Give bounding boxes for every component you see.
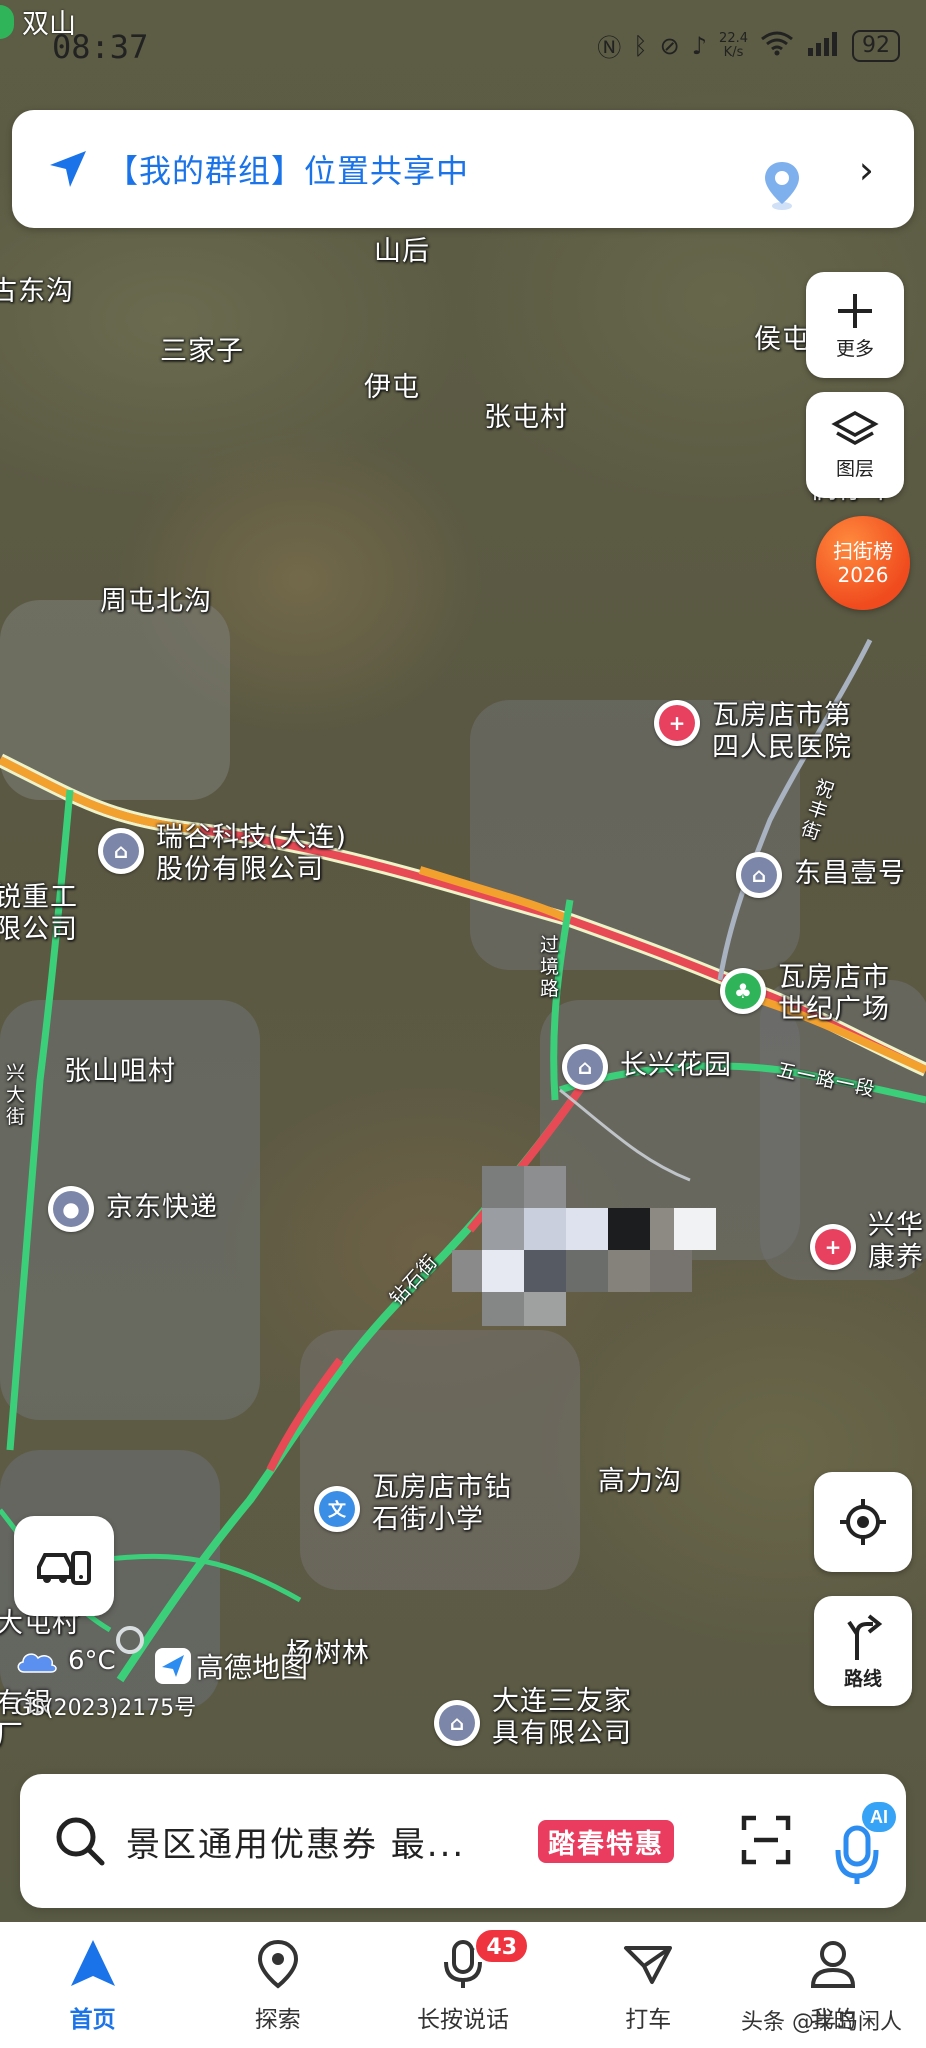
poi-residence[interactable]: ⌂ 长兴花园 [562,1044,732,1090]
delivery-icon: ● [48,1186,94,1232]
road-label: 过境路 [540,934,561,1000]
brand-name: 高德地图 [196,1651,309,1684]
layers-button[interactable]: 图层 [806,392,904,498]
poi-residence[interactable]: ⌂ 东昌壹号 [736,852,906,898]
source-watermark: 头条 @半岛闲人 [741,2010,902,2035]
weather-indicator[interactable]: 6°C [14,1646,116,1676]
hospital-icon: + [810,1224,856,1270]
map-label-village: 周屯北沟 [100,586,212,617]
cloud-icon [17,1653,57,1673]
poi-hospital[interactable]: + 瓦房店市第 四人民医院 [654,700,852,764]
residence-icon: ⌂ [736,852,782,898]
home-arrow-icon [70,1940,115,1986]
weather-temp: 6°C [68,1646,116,1676]
road-network [0,638,926,1683]
mic-status-icon: ♪ [691,31,708,60]
layers-icon [831,410,879,445]
banner-title: 【我的群组】位置共享中 [106,152,470,190]
profile-icon [811,1941,856,1988]
location-share-banner[interactable]: 【我的群组】位置共享中 › [12,110,914,228]
clock: 08:37 [52,28,149,66]
signal-icon [806,30,840,62]
poi-hospital[interactable]: + 兴华 康养 [810,1210,924,1274]
status-bar: 双山 08:37 Ⓝ ᛒ ⊘ ♪ 22.4 K/s 92 [0,0,926,88]
location-pin-icon [765,162,799,210]
tab-explore[interactable]: 探索 [185,1922,370,2048]
wifi-icon [760,30,794,62]
map-label-village: 张屯村 [484,402,568,433]
amap-plane-icon [155,1648,191,1684]
battery-indicator: 92 [852,29,900,62]
vehicle-button[interactable] [14,1516,114,1616]
poi-school[interactable]: 文 瓦房店市钻 石街小学 [314,1472,512,1536]
map-license: GS(2023)2175号 [14,1696,197,1721]
tab-taxi[interactable]: 打车 [556,1922,741,2048]
search-icon [56,1817,105,1866]
school-icon: 文 [314,1486,360,1532]
scan-icon[interactable] [740,1814,792,1866]
tab-label: 首页 [69,2007,116,2033]
more-button[interactable]: 更多 [806,272,904,378]
tab-voice[interactable]: 43 长按说话 [370,1922,555,2048]
net-speed: 22.4 K/s [719,30,748,60]
map-label-village: 高力沟 [598,1466,682,1497]
map-label-village: 伊屯 [364,372,420,403]
ai-mic-button[interactable]: AI [832,1800,898,1886]
bluetooth-icon: ᛒ [633,31,648,60]
voice-badge: 43 [474,1928,530,1964]
tab-label: 长按说话 [417,2007,509,2033]
residence-icon: ⌂ [562,1044,608,1090]
status-icons: Ⓝ ᛒ ⊘ ♪ 22.4 K/s 92 [597,28,900,63]
amap-brand: 高德地图 [154,1646,308,1686]
ai-mic-icon: AI [835,1802,896,1884]
street-rank-badge[interactable]: 扫街榜 2026 [816,516,910,610]
location-off-icon: ⊘ [659,31,680,60]
route-arrow-icon [847,1613,883,1660]
road-label: 兴大街 [6,1062,27,1128]
chevron-right-icon: › [858,148,874,192]
hospital-icon: + [654,700,700,746]
rank-line2: 2026 [837,563,889,587]
search-query[interactable]: 景区通用优惠券 最... [126,1817,506,1866]
navigation-arrow-icon [50,151,86,187]
promo-tag[interactable]: 踏春特惠 [538,1820,674,1863]
map-label-village: 古东沟 [0,276,74,307]
rank-line1: 扫街榜 [833,539,893,563]
nfc-icon: Ⓝ [597,34,622,62]
map-label-company: 锐重工 限公司 [0,882,78,945]
carrier-indicator-icon [0,4,14,39]
map-label-village: 侯屯 [754,324,810,355]
plus-icon [838,293,872,328]
company-icon: ⌂ [434,1700,480,1746]
car-phone-icon [37,1551,91,1585]
layers-label: 图层 [835,457,874,480]
route-label: 路线 [843,1667,882,1690]
locate-me-button[interactable] [814,1472,912,1572]
tab-home[interactable]: 首页 [0,1922,185,2048]
poi-company[interactable]: ⌂ 大连三友家 具有限公司 [434,1686,632,1750]
more-label: 更多 [835,337,874,360]
park-icon: ♣ [720,968,766,1014]
ai-badge: AI [870,1807,888,1827]
tab-label: 打车 [625,2007,672,2033]
satellite-map[interactable]: 山后 古东沟 三家子 伊屯 张屯村 侯屯 周屯北沟 张山咀村 高力沟 锐重工 限… [0,0,926,1920]
map-label-village: 三家子 [160,336,244,367]
crosshair-icon [840,1499,886,1545]
poi-company[interactable]: ⌂ 瑞谷科技(大连) 股份有限公司 [98,822,347,886]
company-icon: ⌂ [98,828,144,874]
explore-pin-icon [257,1939,298,1989]
search-bar[interactable]: 景区通用优惠券 最... 踏春特惠 AI [20,1774,906,1908]
poi-delivery[interactable]: ● 京东快递 [48,1186,218,1232]
map-label-village: 张山咀村 [64,1056,176,1087]
map-label-village: 山后 [374,236,430,267]
poi-park[interactable]: ♣ 瓦房店市 世纪广场 [720,962,890,1026]
taxi-icon [624,1946,673,1984]
privacy-mosaic [452,1166,716,1326]
route-button[interactable]: 路线 [814,1596,912,1706]
tab-label: 探索 [254,2007,301,2033]
